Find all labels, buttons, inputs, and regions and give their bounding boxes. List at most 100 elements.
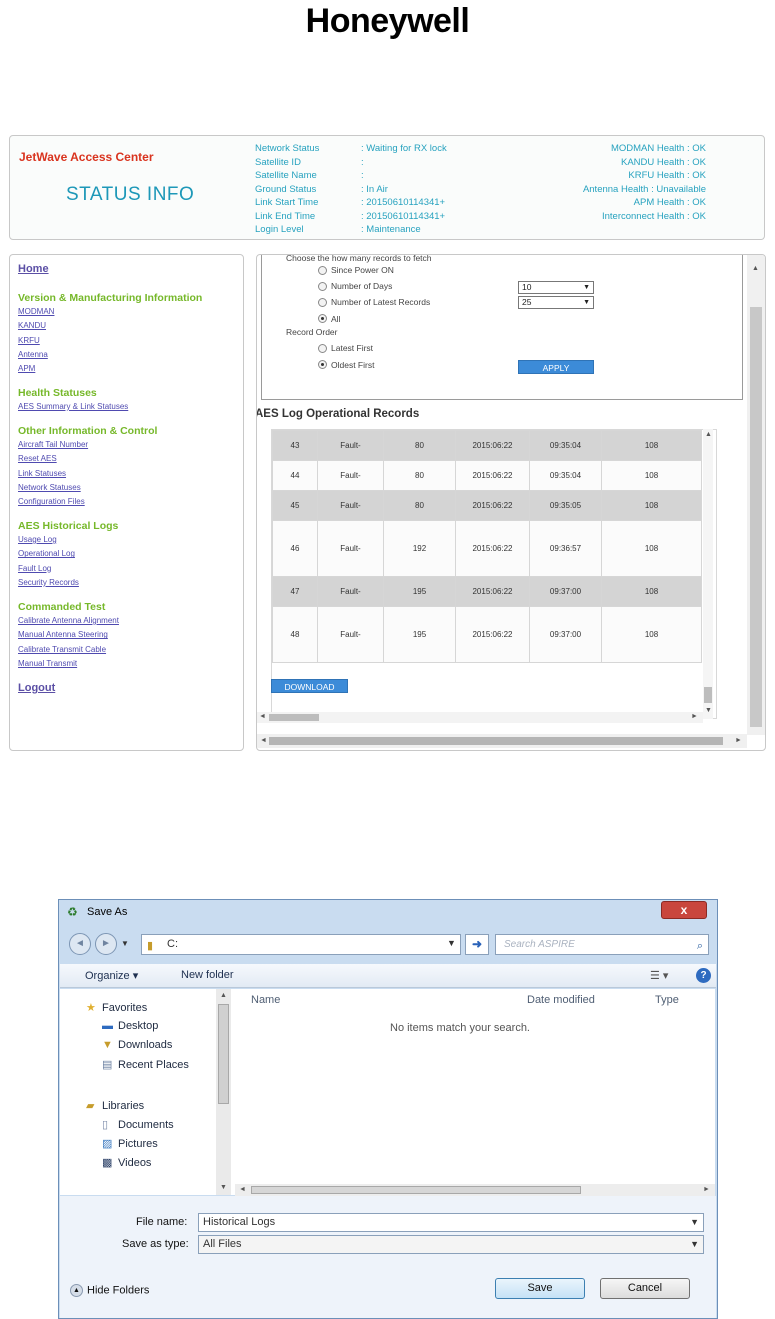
sidebar-link[interactable]: Usage Log: [18, 533, 243, 547]
back-arrow-icon: ◄: [75, 938, 85, 949]
radio-latest-first[interactable]: [318, 344, 327, 353]
radio-since-power-on[interactable]: [318, 266, 327, 275]
nav-videos[interactable]: ▩ Videos: [102, 1156, 151, 1169]
sidebar-link[interactable]: APM: [18, 362, 243, 376]
record-filter-panel: Choose the how many records to fetch Sin…: [261, 255, 743, 400]
scroll-right-icon: ►: [691, 713, 698, 720]
sidebar-heading: Health Statuses: [18, 387, 97, 399]
status-value: : 20150610114341+: [361, 210, 446, 222]
nav-downloads-label: Downloads: [118, 1039, 173, 1051]
save-button[interactable]: Save: [495, 1278, 585, 1299]
address-dropdown-icon[interactable]: ▼: [447, 938, 456, 948]
save-type-label: Save as type:: [122, 1238, 189, 1250]
sidebar-link[interactable]: Calibrate Antenna Alignment: [18, 614, 243, 628]
cancel-button[interactable]: Cancel: [600, 1278, 690, 1299]
sidebar-link[interactable]: KANDU: [18, 319, 243, 333]
content-vscroll-thumb[interactable]: [750, 307, 762, 727]
nav-libraries[interactable]: ▰ Libraries: [86, 1099, 144, 1112]
sidebar-link[interactable]: Security Records: [18, 576, 243, 590]
scroll-down-icon: ▼: [705, 707, 712, 714]
status-label: Satellite ID: [255, 156, 301, 168]
table-hscroll-thumb[interactable]: [269, 714, 319, 721]
table-cell: 80: [383, 430, 456, 461]
sidebar-link[interactable]: Reset AES: [18, 452, 243, 466]
nav-desktop[interactable]: ▬ Desktop: [102, 1020, 158, 1032]
sidebar-link[interactable]: Fault Log: [18, 562, 243, 576]
nav-downloads[interactable]: ▼ Downloads: [102, 1039, 172, 1051]
table-vertical-scrollbar[interactable]: ▲ ▼: [703, 429, 713, 719]
download-button[interactable]: DOWNLOAD: [271, 679, 348, 693]
label-oldest-first: Oldest First: [331, 360, 375, 370]
table-cell: 2015:06:22: [455, 576, 530, 607]
file-hscroll-thumb[interactable]: [251, 1186, 581, 1194]
sidebar-link[interactable]: Link Statuses: [18, 467, 243, 481]
latest-select-value: 25: [522, 297, 532, 307]
table-cell: Fault-: [317, 520, 384, 577]
sidebar-home-link[interactable]: Home: [18, 263, 49, 275]
column-type[interactable]: Type: [655, 994, 679, 1006]
search-input[interactable]: Search ASPIRE ⌕: [495, 934, 709, 955]
sidebar-link[interactable]: AES Summary & Link Statuses: [18, 400, 243, 414]
content-vertical-scrollbar[interactable]: ▲: [747, 255, 765, 735]
scroll-right-icon: ►: [703, 1186, 710, 1193]
sidebar-link[interactable]: Network Statuses: [18, 481, 243, 495]
save-as-dialog: ♻ Save As x ◄ ► ▼ ▮ C: ▼ ➜ Search ASPIRE…: [58, 899, 718, 1319]
table-vscroll-thumb[interactable]: [704, 687, 712, 703]
sidebar-link[interactable]: Aircraft Tail Number: [18, 438, 243, 452]
column-name[interactable]: Name: [251, 994, 280, 1006]
file-list-horizontal-scrollbar[interactable]: ◄ ►: [235, 1184, 715, 1196]
recent-pages-dropdown-icon[interactable]: ▼: [121, 939, 129, 948]
content-hscroll-thumb[interactable]: [269, 737, 723, 745]
dialog-title: Save As: [87, 906, 128, 918]
nav-favorites-label: Favorites: [102, 1002, 148, 1014]
pictures-icon: ▨: [102, 1138, 113, 1150]
days-select[interactable]: 10 ▼: [518, 281, 594, 294]
sidebar-link[interactable]: Manual Transmit: [18, 657, 243, 671]
status-value: :: [361, 156, 364, 168]
sidebar-link[interactable]: Operational Log: [18, 547, 243, 561]
nav-pane-scrollbar[interactable]: ▲ ▼: [216, 989, 231, 1195]
logout-link[interactable]: Logout: [18, 682, 55, 694]
status-value: : Waiting for RX lock: [361, 143, 447, 154]
hide-folders-toggle[interactable]: ▲ Hide Folders: [70, 1284, 149, 1297]
table-cell: 2015:06:22: [455, 490, 530, 521]
nav-favorites[interactable]: ★ Favorites: [86, 1001, 147, 1014]
radio-latest-records[interactable]: [318, 298, 327, 307]
nav-scroll-thumb[interactable]: [218, 1004, 229, 1104]
close-button[interactable]: x: [661, 901, 707, 919]
column-date-modified[interactable]: Date modified: [527, 994, 595, 1006]
table-horizontal-scrollbar[interactable]: ◄ ►: [257, 712, 703, 723]
sidebar-link[interactable]: KRFU: [18, 334, 243, 348]
content-horizontal-scrollbar[interactable]: ◄ ►: [257, 734, 747, 748]
nav-recent-places[interactable]: ▤ Recent Places: [102, 1058, 189, 1071]
latest-records-select[interactable]: 25 ▼: [518, 296, 594, 309]
new-folder-button[interactable]: New folder: [181, 969, 234, 981]
address-bar[interactable]: ▮ C:: [141, 934, 461, 955]
radio-number-of-days[interactable]: [318, 282, 327, 291]
radio-oldest-first[interactable]: [318, 360, 327, 369]
back-button[interactable]: ◄: [69, 933, 91, 955]
save-type-select[interactable]: All Files ▼: [198, 1235, 704, 1254]
health-item: Antenna Health : Unavailable: [582, 183, 706, 195]
file-name-input[interactable]: Historical Logs ▼: [198, 1213, 704, 1232]
refresh-go-button[interactable]: ➜: [465, 934, 489, 955]
sidebar-link[interactable]: Calibrate Transmit Cable: [18, 643, 243, 657]
view-options-icon[interactable]: ☰ ▾: [650, 969, 668, 982]
nav-pictures[interactable]: ▨ Pictures: [102, 1137, 158, 1150]
sidebar-link[interactable]: Manual Antenna Steering: [18, 628, 243, 642]
sidebar-link[interactable]: Antenna: [18, 348, 243, 362]
forward-button[interactable]: ►: [95, 933, 117, 955]
sidebar-heading: AES Historical Logs: [18, 520, 119, 532]
nav-documents[interactable]: ▯ Documents: [102, 1118, 174, 1131]
sidebar-link[interactable]: MODMAN: [18, 305, 243, 319]
apply-button[interactable]: APPLY: [518, 360, 594, 374]
help-icon[interactable]: ?: [696, 968, 711, 983]
nav-documents-label: Documents: [118, 1119, 174, 1131]
star-icon: ★: [86, 1002, 96, 1014]
sidebar-section: AES Historical Logs Usage Log Operational …: [18, 520, 243, 590]
organize-menu[interactable]: Organize ▾: [85, 969, 138, 982]
sidebar-link[interactable]: Configuration Files: [18, 495, 243, 509]
sidebar: Home Version & Manufacturing Information…: [9, 254, 244, 751]
file-name-value: Historical Logs: [203, 1216, 276, 1228]
radio-all[interactable]: [318, 314, 327, 323]
